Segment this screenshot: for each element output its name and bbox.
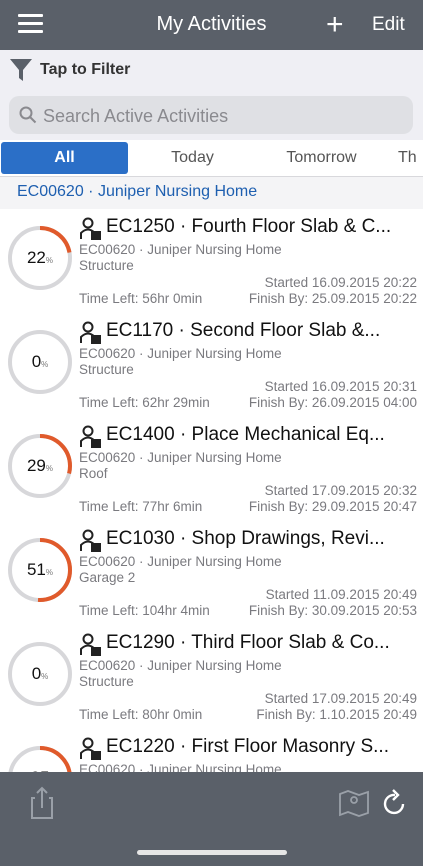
activity-time-left: Time Left: 77hr 6min bbox=[79, 499, 203, 514]
activity-title: EC1250 · Fourth Floor Slab & C... bbox=[106, 216, 392, 237]
map-icon[interactable] bbox=[338, 788, 370, 818]
tab-tomorrow[interactable]: Tomorrow bbox=[258, 142, 385, 174]
person-icon bbox=[80, 529, 101, 552]
page-title: My Activities bbox=[156, 13, 267, 35]
activity-category: Roof bbox=[79, 466, 108, 481]
nav-bar: My Activities + Edit bbox=[0, 0, 423, 50]
edit-button[interactable]: Edit bbox=[372, 14, 405, 36]
activity-project: EC00620 · Juniper Nursing Home bbox=[79, 762, 282, 772]
activity-started: Started 16.09.2015 20:22 bbox=[264, 275, 417, 290]
activity-title: EC1400 · Place Mechanical Eq... bbox=[106, 424, 385, 445]
activity-title: EC1030 · Shop Drawings, Revi... bbox=[106, 528, 385, 549]
activity-project: EC00620 · Juniper Nursing Home bbox=[79, 242, 282, 257]
search-input[interactable] bbox=[41, 96, 405, 136]
tab-all[interactable]: All bbox=[1, 142, 128, 174]
activity-finish: Finish By: 1.10.2015 20:49 bbox=[256, 707, 417, 722]
add-button[interactable]: + bbox=[326, 10, 344, 40]
activity-row[interactable]: 0% EC1170 · Second Floor Slab &... EC00620… bbox=[0, 313, 423, 418]
activity-time-left: Time Left: 56hr 0min bbox=[79, 291, 203, 306]
activity-time-left: Time Left: 80hr 0min bbox=[79, 707, 203, 722]
activity-title: EC1220 · First Floor Masonry S... bbox=[106, 736, 389, 757]
tab-today[interactable]: Today bbox=[130, 142, 255, 174]
home-indicator bbox=[137, 850, 287, 855]
person-icon bbox=[80, 321, 101, 344]
activity-category: Structure bbox=[79, 362, 134, 377]
activity-row[interactable]: 22% EC1250 · Fourth Floor Slab & C... EC00… bbox=[0, 209, 423, 314]
activity-row[interactable]: 51% EC1030 · Shop Drawings, Revi... EC0062… bbox=[0, 521, 423, 626]
activity-title: EC1170 · Second Floor Slab &... bbox=[106, 320, 381, 341]
search-area bbox=[0, 90, 423, 140]
activity-finish: Finish By: 25.09.2015 20:22 bbox=[248, 291, 417, 306]
share-icon[interactable] bbox=[29, 786, 55, 820]
activity-project: EC00620 · Juniper Nursing Home bbox=[79, 658, 282, 673]
progress-percent: 0% bbox=[31, 664, 49, 683]
person-icon bbox=[80, 425, 101, 448]
progress-percent: 51% bbox=[26, 560, 54, 579]
search-box bbox=[9, 96, 413, 136]
refresh-icon[interactable] bbox=[382, 787, 408, 817]
person-icon bbox=[80, 217, 101, 240]
activity-category: Structure bbox=[79, 674, 134, 689]
activity-started: Started 16.09.2015 20:31 bbox=[264, 379, 417, 394]
activity-row[interactable]: 29% EC1400 · Place Mechanical Eq... EC0062… bbox=[0, 417, 423, 522]
group-title: EC00620 · Juniper Nursing Home bbox=[17, 183, 258, 200]
activity-row[interactable]: 0% EC1290 · Third Floor Slab & Co... EC006… bbox=[0, 625, 423, 730]
activity-started: Started 17.09.2015 20:32 bbox=[264, 483, 417, 498]
progress-percent: 29% bbox=[26, 456, 54, 475]
activity-list: prn 22%EC1250 · Fourth Floor Slab & C...… bbox=[0, 209, 423, 772]
filter-icon bbox=[10, 59, 32, 81]
activity-title: EC1290 · Third Floor Slab & Co... bbox=[106, 632, 390, 653]
activity-category: Garage 2 bbox=[79, 570, 136, 585]
group-header: EC00620 · Juniper Nursing Home bbox=[0, 177, 423, 210]
activity-finish: Finish By: 29.09.2015 20:47 bbox=[248, 499, 417, 514]
activity-category: Structure bbox=[79, 258, 134, 273]
activity-finish: Finish By: 30.09.2015 20:53 bbox=[248, 603, 417, 618]
activity-started: Started 11.09.2015 20:49 bbox=[265, 587, 417, 602]
activity-project: EC00620 · Juniper Nursing Home bbox=[79, 554, 282, 569]
activity-project: EC00620 · Juniper Nursing Home bbox=[79, 346, 282, 361]
progress-percent: 25 bbox=[6, 744, 74, 772]
activity-row[interactable]: 25 EC1220 · First Floor Masonry S... EC006… bbox=[0, 729, 423, 772]
activity-started: Started 17.09.2015 20:49 bbox=[264, 691, 417, 706]
activity-project: EC00620 · Juniper Nursing Home bbox=[79, 450, 282, 465]
filter-label: Tap to Filter bbox=[40, 61, 131, 78]
progress-percent: 22% bbox=[26, 248, 54, 267]
search-icon bbox=[19, 106, 37, 124]
activity-time-left: Time Left: 104hr 4min bbox=[79, 603, 210, 618]
person-icon bbox=[80, 737, 101, 760]
tab-next[interactable]: Th bbox=[398, 142, 423, 174]
person-icon bbox=[80, 633, 101, 656]
filter-bar[interactable]: Tap to Filter bbox=[0, 50, 423, 90]
activity-time-left: Time Left: 62hr 29min bbox=[79, 395, 210, 410]
activity-finish: Finish By: 26.09.2015 04:00 bbox=[248, 395, 417, 410]
bottom-toolbar bbox=[0, 772, 423, 866]
tab-bar: All Today Tomorrow Th bbox=[0, 140, 423, 177]
progress-percent: 0% bbox=[31, 352, 49, 371]
